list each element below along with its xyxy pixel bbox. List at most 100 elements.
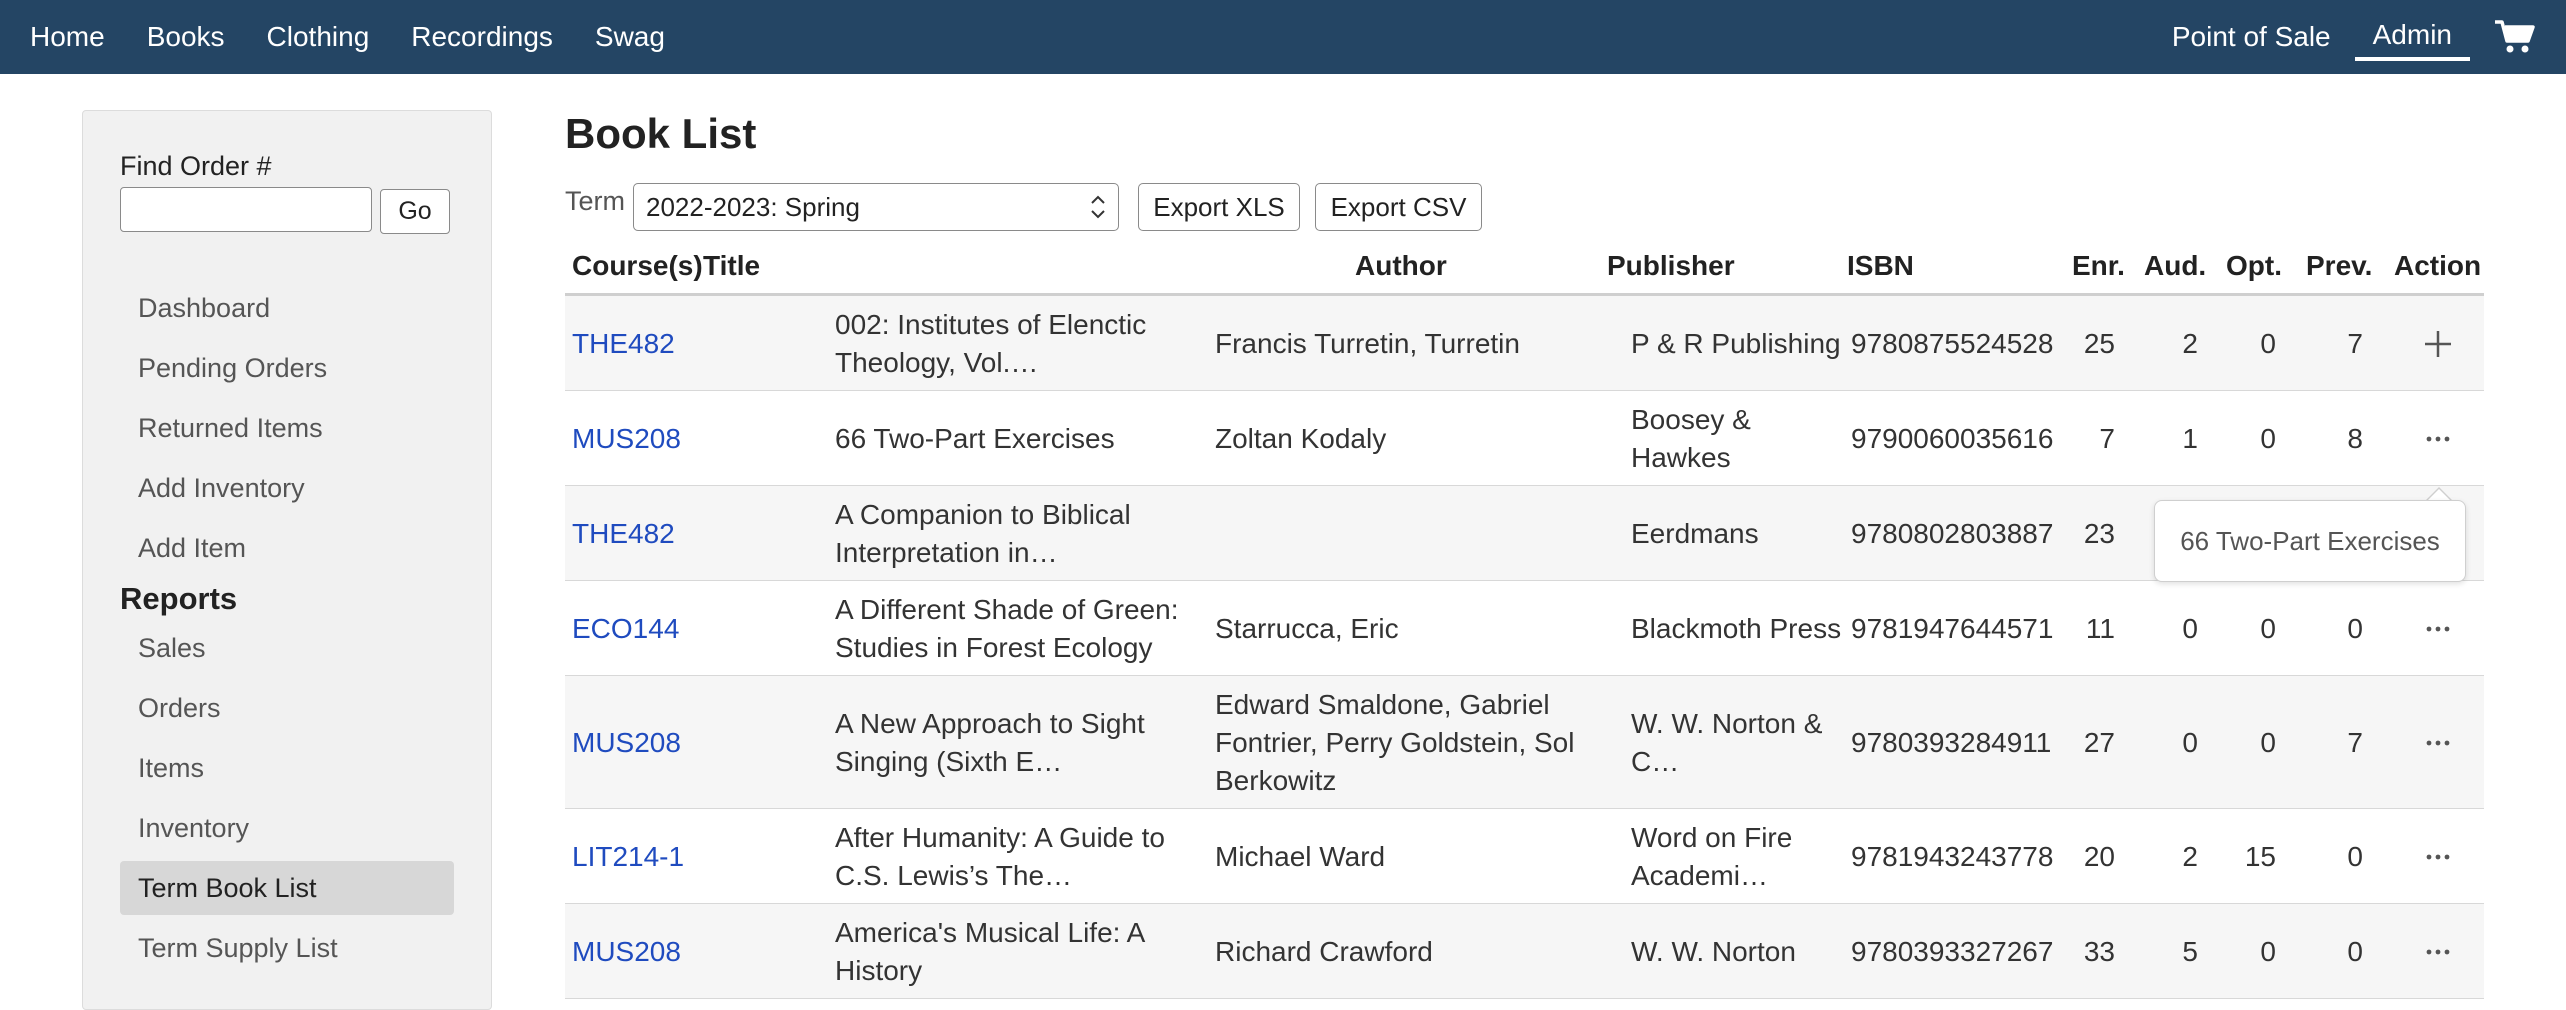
table-row: ECO144 A Different Shade of Green: Studies… [565,581,2484,676]
more-options-icon[interactable] [2423,728,2453,763]
nav-point-of-sale[interactable]: Point of Sale [2172,15,2331,59]
more-options-icon[interactable] [2423,937,2453,972]
cell-course[interactable]: LIT214-1 [572,838,712,876]
cell-title: A Companion to Biblical Interpretation in… [835,499,1131,568]
cell-enr: 27 [2083,727,2115,758]
sidebar-item-term-book-list[interactable]: Term Book List [120,861,454,915]
sidebar-item-items[interactable]: Items [120,741,454,795]
cell-opt: 0 [2260,936,2276,967]
col-header-enr[interactable]: Enr. [2072,250,2125,282]
shopping-cart-icon[interactable] [2494,19,2536,55]
sidebar-item-sales[interactable]: Sales [120,621,454,675]
table-header: Course(s) Title Author Publisher ISBN En… [565,246,2484,296]
cell-isbn: 9780393284911 [1851,727,2052,758]
book-list-table: Course(s) Title Author Publisher ISBN En… [565,246,2484,999]
cell-publisher: P & R Publishing [1631,328,1841,359]
sidebar-item-term-supply-list[interactable]: Term Supply List [120,921,454,975]
cell-author: Michael Ward [1215,841,1386,872]
cell-opt: 0 [2260,613,2276,644]
term-label: Term [565,186,625,216]
nav-admin[interactable]: Admin [2354,13,2470,61]
cell-course[interactable]: THE482 [572,515,712,553]
cell-prev: 0 [2347,841,2363,872]
cell-opt: 0 [2260,727,2276,758]
cell-prev: 0 [2347,936,2363,967]
col-header-course[interactable]: Course(s) [572,250,703,282]
nav-clothing[interactable]: Clothing [267,15,370,59]
cell-title: A Different Shade of Green: Studies in Fo… [835,594,1179,663]
cell-publisher: Eerdmans [1631,518,1759,549]
col-header-isbn[interactable]: ISBN [1847,250,1914,282]
col-header-aud[interactable]: Aud. [2144,250,2206,282]
nav-recordings[interactable]: Recordings [411,15,553,59]
table-row: MUS208 America's Musical Life: A History Ri… [565,904,2484,999]
sidebar-item-add-item[interactable]: Add Item [120,521,454,575]
cell-title: After Humanity: A Guide to C.S. Lewis’s T… [835,822,1165,891]
top-navbar: Home Books Clothing Recordings Swag Poin… [0,0,2566,74]
cell-author: Zoltan Kodaly [1215,423,1387,454]
cell-isbn: 9790060035616 [1851,423,2054,454]
cell-course[interactable]: MUS208 [572,933,712,971]
cell-aud: 2 [2182,841,2198,872]
col-header-prev[interactable]: Prev. [2306,250,2372,282]
more-options-icon[interactable] [2423,614,2453,649]
col-header-publisher[interactable]: Publisher [1607,250,1735,282]
cell-course[interactable]: MUS208 [572,724,712,762]
cell-course[interactable]: MUS208 [572,420,712,458]
cell-prev: 7 [2347,727,2363,758]
sidebar-item-add-inventory[interactable]: Add Inventory [120,461,454,515]
more-options-icon[interactable] [2423,424,2453,459]
cell-publisher: W. W. Norton & C… [1631,708,1823,777]
cell-course[interactable]: THE482 [572,325,712,363]
nav-left: Home Books Clothing Recordings Swag [30,0,707,74]
cell-enr: 25 [2083,328,2115,359]
cell-author: Starrucca, Eric [1215,613,1399,644]
table-row: THE482 002: Institutes of Elenctic Theolog… [565,296,2484,391]
cell-isbn: 9781943243778 [1851,841,2054,872]
export-xls-button[interactable]: Export XLS [1138,183,1300,231]
sidebar-item-pending-orders[interactable]: Pending Orders [120,341,454,395]
nav-home[interactable]: Home [30,15,105,59]
page-title: Book List [565,110,757,157]
cell-isbn: 9780393327267 [1851,936,2054,967]
cell-opt: 0 [2260,423,2276,454]
table-row: MUS208 A New Approach to Sight Singing (Si… [565,676,2484,809]
sidebar-item-dashboard[interactable]: Dashboard [120,281,454,335]
cell-author: Francis Turretin, Turretin [1215,328,1520,359]
go-button[interactable]: Go [380,189,450,234]
cell-prev: 0 [2347,613,2363,644]
nav-right: Point of Sale Admin [2172,0,2536,74]
table-row: LIT214-1 After Humanity: A Guide to C.S. L… [565,809,2484,904]
cell-enr: 23 [2083,518,2115,549]
col-header-action: Action [2394,250,2482,281]
cell-course[interactable]: ECO144 [572,610,712,648]
sidebar-item-inventory[interactable]: Inventory [120,801,454,855]
sidebar-item-orders[interactable]: Orders [120,681,454,735]
export-csv-button[interactable]: Export CSV [1315,183,1482,231]
cell-opt: 15 [2244,841,2276,872]
cell-prev: 8 [2347,423,2363,454]
nav-books[interactable]: Books [147,15,225,59]
term-select[interactable]: 2022-2023: Spring [633,183,1119,231]
sidebar-item-returned-items[interactable]: Returned Items [120,401,454,455]
nav-swag[interactable]: Swag [595,15,665,59]
table-body: THE482 002: Institutes of Elenctic Theolog… [565,296,2484,999]
admin-sidebar: Find Order # Go Dashboard Pending Orders… [82,110,492,1010]
cell-publisher: Word on Fire Academi… [1631,822,1793,891]
more-options-icon[interactable] [2423,842,2453,877]
add-icon[interactable] [2423,329,2453,364]
cell-aud: 1 [2182,423,2198,454]
col-header-opt[interactable]: Opt. [2226,250,2282,282]
cell-title: America's Musical Life: A History [835,917,1146,986]
find-order-input[interactable] [120,187,372,232]
select-chevron-icon [1088,192,1108,222]
cell-title: 002: Institutes of Elenctic Theology, Vol… [835,309,1147,378]
cell-aud: 2 [2182,328,2198,359]
cell-enr: 33 [2083,936,2115,967]
cell-isbn: 9781947644571 [1851,613,2054,644]
cell-isbn: 9780875524528 [1851,328,2054,359]
col-header-author[interactable]: Author [1355,250,1447,282]
col-header-title[interactable]: Title [703,250,760,282]
cell-publisher: Boosey & Hawkes [1631,404,1751,473]
cell-title: 66 Two-Part Exercises [835,423,1115,454]
